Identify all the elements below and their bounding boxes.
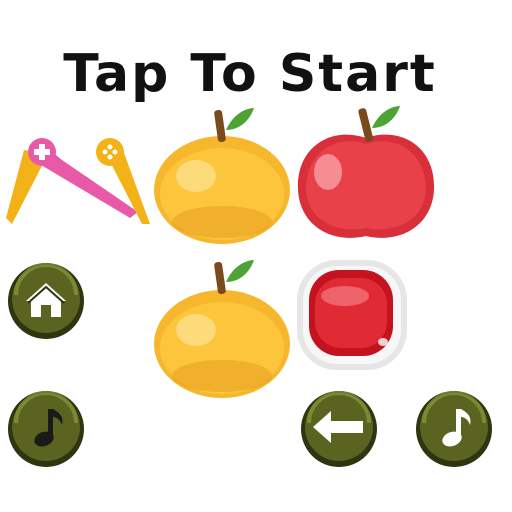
music-toggle-button[interactable] bbox=[6, 389, 86, 469]
tap-to-start-title[interactable]: Tap To Start bbox=[0, 44, 500, 104]
orange-fruit-icon[interactable] bbox=[150, 102, 295, 247]
red-jelly-candy-icon[interactable] bbox=[293, 256, 411, 374]
red-apple-icon[interactable] bbox=[292, 102, 440, 247]
orange-fruit-icon[interactable] bbox=[150, 256, 295, 401]
gamepad-logo-icon bbox=[2, 132, 152, 228]
home-button[interactable] bbox=[6, 261, 86, 341]
back-button[interactable] bbox=[299, 389, 379, 469]
sound-toggle-button[interactable] bbox=[414, 389, 494, 469]
